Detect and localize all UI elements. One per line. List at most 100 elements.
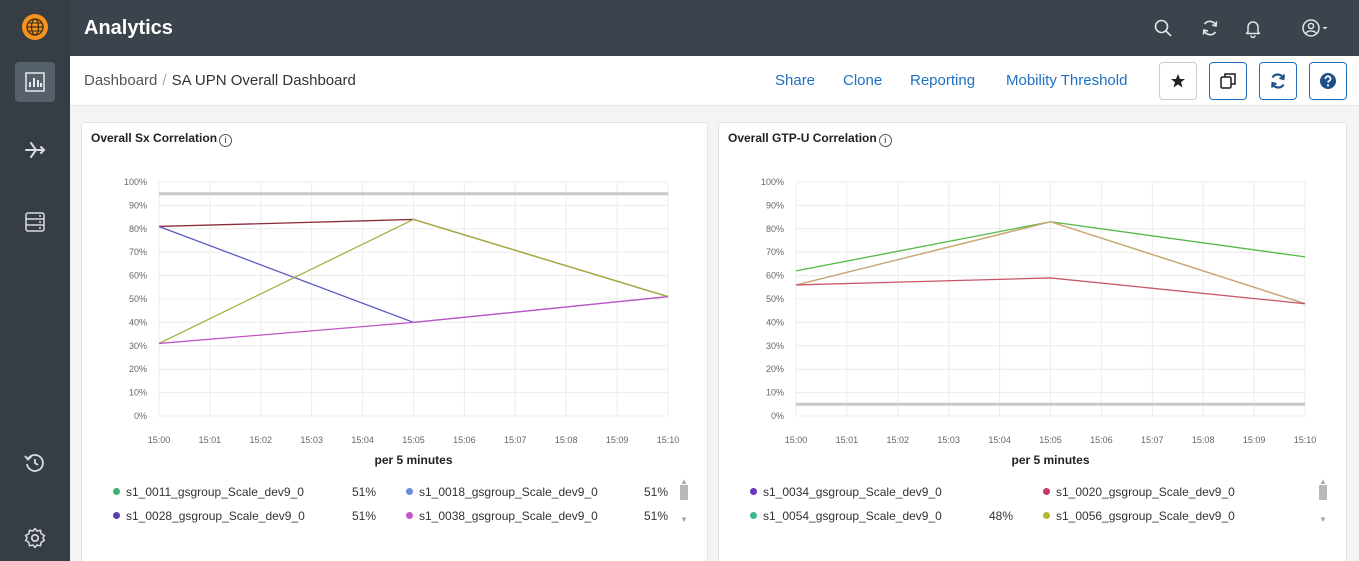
y-tick-label: 30% [129,341,147,351]
y-tick-label: 90% [129,200,147,210]
x-tick-label: 15:09 [1243,435,1266,445]
y-tick-label: 60% [129,271,147,281]
legend-item[interactable]: s1_0011_gsgroup_Scale_dev9_0 [113,485,304,499]
legend-dot [406,488,413,495]
legend-item[interactable]: s1_0038_gsgroup_Scale_dev9_0 [406,509,598,523]
clone-link[interactable]: Clone [843,72,882,89]
legend-scrollbar[interactable]: ▲ ▼ [1319,477,1327,524]
y-tick-label: 100% [124,177,147,187]
legend-label: s1_0038_gsgroup_Scale_dev9_0 [419,509,598,523]
legend-label: s1_0020_gsgroup_Scale_dev9_0 [1056,485,1235,499]
favorite-button[interactable] [1159,62,1197,100]
x-tick-label: 15:09 [606,435,629,445]
user-icon [1302,19,1320,37]
y-tick-label: 30% [766,341,784,351]
x-axis-title: per 5 minutes [1011,453,1089,467]
app-title: Analytics [84,17,173,39]
legend-value: 51% [352,509,377,523]
gtpu-correlation-chart: 0% 10% 20% 30% 40% 50% 60% 70% 80% 90% 100% 15:00 15… [761,177,1317,467]
x-tick-label: 15:07 [504,435,527,445]
breadcrumb-root[interactable]: Dashboard [84,72,157,89]
help-button[interactable] [1309,62,1347,100]
breadcrumb-separator: / [162,72,167,89]
legend-dot [1043,512,1050,519]
legend-dot [113,488,120,495]
x-tick-label: 15:01 [836,435,859,445]
legend-item[interactable]: s1_0020_gsgroup_Scale_dev9_0 [1043,485,1235,499]
y-tick-label: 70% [129,247,147,257]
x-tick-label: 15:08 [1192,435,1215,445]
sidebar [0,0,70,561]
x-tick-label: 15:00 [148,435,171,445]
reporting-link[interactable]: Reporting [910,72,975,89]
legend-item[interactable]: s1_0028_gsgroup_Scale_dev9_0 [113,509,305,523]
legend-item[interactable]: s1_0018_gsgroup_Scale_dev9_0 [406,485,598,499]
panel-gtpu-correlation: Overall GTP-U Correlation i 0% 10% 20% 30% 40… [718,122,1347,561]
sidebar-item-history[interactable] [15,443,55,483]
x-tick-label: 15:04 [351,435,374,445]
copy-icon [1220,73,1236,89]
legend-scrollbar[interactable]: ▲ ▼ [680,477,688,524]
y-tick-label: 90% [766,200,784,210]
bar-chart-icon [25,72,45,92]
copy-button[interactable] [1209,62,1247,100]
x-tick-label: 15:10 [657,435,680,445]
route-icon [25,142,46,158]
sidebar-item-routes[interactable] [15,130,55,170]
scroll-down-icon[interactable]: ▼ [680,515,688,524]
x-tick-label: 15:06 [1090,435,1113,445]
x-tick-label: 15:10 [1294,435,1317,445]
scroll-thumb[interactable] [680,485,688,500]
y-tick-label: 80% [766,224,784,234]
y-tick-label: 50% [129,294,147,304]
search-icon[interactable] [1151,16,1175,40]
y-tick-label: 20% [129,364,147,374]
y-tick-label: 70% [766,247,784,257]
logo-icon[interactable] [22,14,48,40]
y-tick-label: 100% [761,177,784,187]
chevron-down-icon [1322,27,1328,30]
top-bar: Analytics [70,0,1359,56]
server-icon [25,212,45,232]
user-menu[interactable] [1298,16,1332,40]
sidebar-item-servers[interactable] [15,202,55,242]
x-tick-label: 15:00 [785,435,808,445]
x-tick-label: 15:02 [250,435,273,445]
legend-item[interactable]: s1_0034_gsgroup_Scale_dev9_0 [750,485,942,499]
refresh-icon[interactable] [1198,16,1222,40]
legend-dot [750,512,757,519]
breadcrumb: Dashboard / SA UPN Overall Dashboard [84,72,356,89]
refresh-icon [1271,73,1285,89]
legend-item[interactable]: s1_0054_gsgroup_Scale_dev9_0 [750,509,942,523]
reload-button[interactable] [1259,62,1297,100]
legend-dot [750,488,757,495]
legend-label: s1_0034_gsgroup_Scale_dev9_0 [763,485,942,499]
legend-value: 51% [644,485,669,499]
star-icon [1171,74,1185,88]
y-tick-label: 40% [766,317,784,327]
legend-label: s1_0056_gsgroup_Scale_dev9_0 [1056,509,1235,523]
sidebar-item-analytics[interactable] [15,62,55,102]
panel-sx-correlation: Overall Sx Correlation i 0% 10% 20% 30% 40% 50… [81,122,708,561]
x-tick-label: 15:02 [887,435,910,445]
sx-correlation-chart: 0% 10% 20% 30% 40% 50% 60% 70% 80% 90% 100% 15:00 15… [124,177,680,467]
y-tick-label: 10% [766,388,784,398]
legend-dot [113,512,120,519]
legend-item[interactable]: s1_0056_gsgroup_Scale_dev9_0 [1043,509,1235,523]
sidebar-item-settings[interactable] [15,518,55,558]
y-tick-label: 50% [766,294,784,304]
history-icon [24,454,44,472]
legend-label: s1_0054_gsgroup_Scale_dev9_0 [763,509,942,523]
legend-label: s1_0018_gsgroup_Scale_dev9_0 [419,485,598,499]
x-tick-label: 15:01 [199,435,222,445]
bell-icon[interactable] [1241,16,1265,40]
x-tick-label: 15:04 [988,435,1011,445]
x-tick-label: 15:08 [555,435,578,445]
legend-dot [406,512,413,519]
x-tick-label: 15:03 [300,435,323,445]
mobility-threshold-link[interactable]: Mobility Threshold [1006,72,1127,89]
scroll-thumb[interactable] [1319,485,1327,500]
y-tick-label: 0% [134,411,147,421]
scroll-down-icon[interactable]: ▼ [1319,515,1327,524]
share-link[interactable]: Share [775,72,815,89]
